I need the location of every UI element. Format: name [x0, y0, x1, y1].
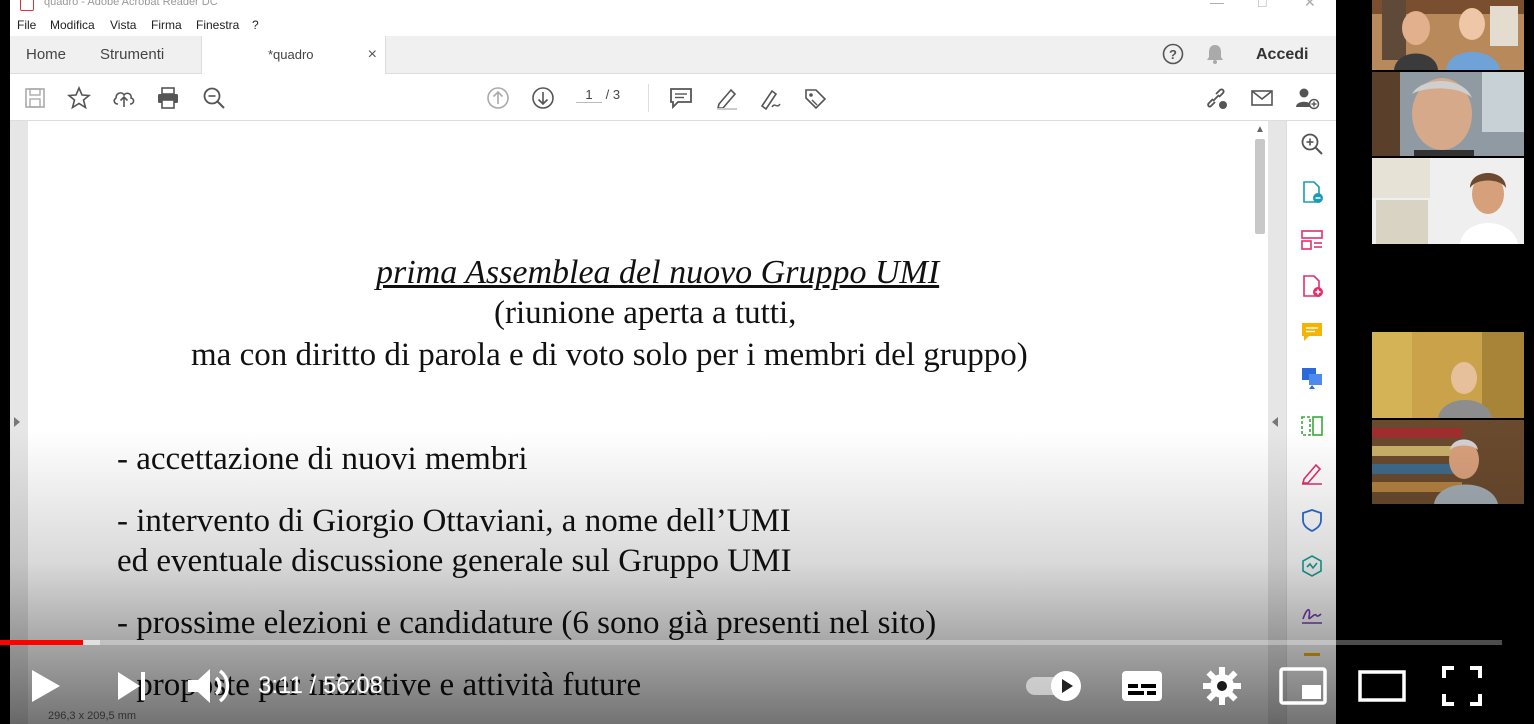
share-link-icon[interactable]	[1203, 85, 1229, 111]
document-title: prima Assemblea del nuovo Gruppo UMI	[376, 254, 940, 291]
right-panel-toggle-icon[interactable]	[1272, 417, 1278, 427]
document-subtitle-2: ma con diritto di parola e di voto solo …	[191, 337, 1028, 373]
signature-icon[interactable]	[1299, 601, 1325, 627]
save-icon[interactable]	[22, 85, 48, 111]
document-viewer[interactable]: prima Assemblea del nuovo Gruppo UMI (ri…	[10, 121, 1286, 724]
menu-finestra[interactable]: Finestra	[196, 18, 239, 32]
page-navigator: 1 / 3	[576, 87, 620, 103]
menu-vista[interactable]: Vista	[110, 18, 136, 32]
agenda-item-1: - accettazione di nuovi membri	[117, 441, 528, 477]
fullscreen-icon[interactable]	[1440, 664, 1484, 708]
menu-help[interactable]: ?	[252, 18, 259, 32]
time-display: 3:11 / 56:08	[258, 672, 383, 700]
tab-document-label: *quadro	[268, 47, 314, 62]
theater-mode-icon[interactable]	[1356, 664, 1408, 708]
tab-home[interactable]: Home	[26, 36, 66, 73]
comment-tool-icon[interactable]	[1299, 319, 1325, 345]
zoom-in-icon[interactable]	[1299, 131, 1325, 157]
send-for-review-icon[interactable]	[1299, 365, 1325, 391]
play-icon[interactable]	[22, 664, 66, 708]
toolbar-divider	[648, 84, 649, 112]
next-page-icon[interactable]	[530, 85, 556, 111]
tools-side-panel	[1286, 121, 1336, 724]
document-subtitle-1: (riunione aperta a tutti,	[494, 295, 797, 331]
volume-icon[interactable]	[184, 664, 238, 708]
participant-video-5	[1372, 420, 1524, 504]
organize-pages-icon[interactable]	[1299, 227, 1325, 253]
page-size-label: 296,3 x 209,5 mm	[48, 710, 137, 722]
maximize-icon[interactable]: □	[1258, 0, 1266, 10]
optimize-pdf-icon[interactable]	[1299, 553, 1325, 579]
print-icon[interactable]	[155, 85, 181, 111]
progress-played	[0, 640, 83, 645]
tab-tools[interactable]: Strumenti	[100, 36, 164, 73]
pdf-page: prima Assemblea del nuovo Gruppo UMI (ri…	[28, 121, 1260, 724]
previous-page-icon[interactable]	[485, 85, 511, 111]
menu-file[interactable]: File	[17, 18, 36, 32]
protect-shield-icon[interactable]	[1299, 507, 1325, 533]
comment-icon[interactable]	[668, 85, 694, 111]
add-user-icon[interactable]	[1294, 85, 1320, 111]
svg-text:?: ?	[1169, 47, 1177, 62]
next-video-icon[interactable]	[110, 664, 154, 708]
email-envelope-icon[interactable]	[1249, 85, 1275, 111]
help-icon[interactable]: ?	[1162, 36, 1184, 73]
menu-bar: File Modifica Vista Firma Finestra ?	[10, 14, 1336, 36]
participants-panel	[1336, 0, 1534, 724]
highlight-pen-icon[interactable]	[714, 85, 740, 111]
draw-freehand-icon[interactable]	[758, 85, 784, 111]
acrobat-app-icon	[20, 0, 34, 11]
participant-video-1	[1372, 0, 1524, 70]
export-pdf-icon[interactable]	[1299, 179, 1325, 205]
agenda-item-3: - prossime elezioni e candidature (6 son…	[117, 605, 937, 641]
compare-files-icon[interactable]	[1299, 413, 1325, 439]
close-window-icon[interactable]: ✕	[1304, 0, 1316, 11]
progress-bar[interactable]	[0, 640, 1502, 645]
bookmark-star-icon[interactable]	[66, 85, 92, 111]
miniplayer-icon[interactable]	[1278, 664, 1328, 708]
sign-in-button[interactable]: Accedi	[1256, 36, 1308, 73]
participant-video-3	[1372, 158, 1524, 244]
window-titlebar: quadro - Adobe Acrobat Reader DC — □ ✕	[10, 0, 1336, 14]
upload-cloud-icon[interactable]	[111, 85, 137, 111]
window-title: quadro - Adobe Acrobat Reader DC	[44, 0, 218, 8]
tab-close-icon[interactable]: ×	[368, 36, 377, 73]
page-number-input[interactable]: 1	[576, 87, 602, 103]
acrobat-window: quadro - Adobe Acrobat Reader DC — □ ✕ F…	[10, 0, 1336, 724]
scrollbar-thumb[interactable]	[1255, 139, 1265, 234]
autoplay-toggle[interactable]	[1022, 664, 1086, 708]
current-time: 3:11	[258, 672, 303, 699]
menu-modifica[interactable]: Modifica	[50, 18, 95, 32]
vertical-scrollbar[interactable]: ▲	[1252, 121, 1268, 724]
tab-bar: Home Strumenti *quadro × ? Accedi	[10, 36, 1336, 74]
duration: 56:08	[322, 672, 384, 699]
participant-video-4	[1372, 332, 1524, 418]
subtitles-icon[interactable]	[1118, 664, 1166, 708]
stamp-tag-icon[interactable]	[802, 85, 828, 111]
notifications-bell-icon[interactable]	[1205, 36, 1225, 73]
time-separator: /	[302, 672, 323, 699]
scroll-up-arrow-icon[interactable]: ▲	[1255, 124, 1265, 135]
tab-document[interactable]: *quadro ×	[201, 36, 386, 74]
left-panel-toggle-icon[interactable]	[14, 417, 20, 427]
settings-gear-icon[interactable]	[1200, 664, 1244, 708]
zoom-out-icon[interactable]	[201, 85, 227, 111]
fill-and-sign-icon[interactable]	[1299, 459, 1325, 485]
agenda-item-2-continued: ed eventuale discussione generale sul Gr…	[117, 543, 792, 579]
main-toolbar: 1 / 3	[10, 74, 1336, 121]
create-pdf-icon[interactable]	[1299, 273, 1325, 299]
page-total-label: / 3	[605, 87, 621, 102]
participant-video-2	[1372, 72, 1524, 156]
minimize-icon[interactable]: —	[1210, 0, 1224, 10]
menu-firma[interactable]: Firma	[151, 18, 182, 32]
agenda-item-2: - intervento di Giorgio Ottaviani, a nom…	[117, 503, 791, 539]
